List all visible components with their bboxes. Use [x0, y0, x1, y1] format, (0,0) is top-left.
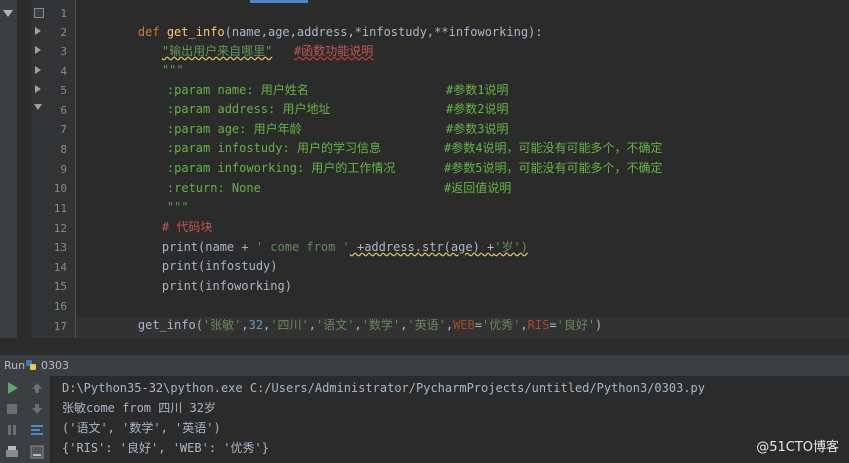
print-infoworking: print(infoworking): [161, 279, 292, 293]
run-toolbar: [0, 376, 50, 463]
arg-age: 32: [248, 318, 264, 332]
kwarg-eq: =: [474, 318, 482, 332]
scroll-to-end-icon[interactable]: [28, 443, 46, 461]
code-line-16[interactable]: get_info('张敏',32,'四川','语文','数学','英语',WEB…: [109, 297, 602, 332]
run-panel-header[interactable]: Run 0303: [0, 354, 849, 377]
fold-arrow-icon[interactable]: [35, 85, 41, 93]
code-line-12[interactable]: print(name + ' come from ' +address.str(…: [133, 219, 528, 254]
line-number: 3: [60, 45, 67, 58]
fold-down-icon[interactable]: [34, 104, 42, 110]
print-icon[interactable]: [3, 443, 21, 461]
fold-column: [31, 0, 45, 338]
code-line-7[interactable]: :param infostudy: 用户的学习信息 #参数4说明，可能没有可能多个…: [138, 120, 838, 155]
console-output[interactable]: D:\Python35-32\python.exe C:/Users/Admin…: [50, 376, 849, 463]
editor-bottom-strip: [0, 338, 849, 354]
call-get-info: get_info(: [137, 318, 203, 332]
line-number: 9: [60, 163, 67, 176]
code-line-3[interactable]: """: [133, 42, 184, 77]
line-number: 8: [60, 143, 67, 156]
line-number: 1: [60, 7, 67, 20]
tool-window-strip: [0, 0, 17, 338]
code-line-1[interactable]: def get_info(name,age,address,*infostudy…: [109, 4, 543, 39]
code-line-4[interactable]: :param name: 用户姓名 #参数1说明: [138, 62, 838, 97]
fold-arrow-icon[interactable]: [35, 27, 41, 35]
code-line-2[interactable]: "输出用户来自哪里" #函数功能说明: [133, 23, 373, 58]
run-label: Run: [4, 359, 26, 372]
code-line-10[interactable]: """: [138, 179, 189, 214]
doc-return-note: #返回值说明: [444, 181, 512, 195]
down-arrow-icon[interactable]: [28, 400, 46, 418]
code-line-13[interactable]: print(infostudy): [133, 238, 278, 273]
console-line-1: 张敏come from 四川 32岁: [62, 401, 216, 415]
kwarg-web-value: '优秀': [481, 318, 521, 332]
rerun-icon[interactable]: [3, 379, 21, 397]
line-number: 4: [60, 65, 67, 78]
watermark: @51CTO博客: [756, 440, 839, 455]
up-arrow-icon[interactable]: [28, 379, 46, 397]
line-number: 15: [53, 280, 67, 293]
line-number: 6: [60, 104, 67, 117]
line-number: 2: [60, 26, 67, 39]
arg-address: '四川': [270, 318, 309, 332]
console-line-2: ('语文', '数学', '英语'): [62, 421, 221, 435]
stop-icon[interactable]: [3, 400, 21, 418]
arg-study-1: '语文': [316, 318, 355, 332]
code-line-9[interactable]: :return: None #返回值说明: [138, 160, 838, 195]
pause-icon[interactable]: [3, 421, 21, 439]
line-number: 12: [53, 222, 67, 235]
fold-marker-icon[interactable]: [34, 8, 44, 18]
print-expr-concat: +address.str(age) +: [349, 240, 495, 254]
call-close: ): [595, 318, 603, 332]
code-line-6[interactable]: :param age: 用户年龄 #参数3说明: [138, 101, 838, 136]
tab-indicator: [250, 0, 308, 3]
code-line-8[interactable]: :param infoworking: 用户的工作情况 #参数5说明，可能没有可能…: [138, 140, 838, 175]
string-age-suffix: '岁'): [494, 240, 528, 254]
arg-name: '张敏': [202, 318, 242, 332]
soft-wrap-icon[interactable]: [28, 421, 46, 439]
line-number: 16: [53, 300, 67, 313]
code-line-14[interactable]: print(infoworking): [133, 258, 292, 293]
code-line-11[interactable]: # 代码块: [133, 199, 212, 234]
code-line-5[interactable]: :param address: 用户地址 #参数2说明: [138, 81, 838, 116]
line-number: 17: [53, 320, 67, 333]
console-line-3: {'RIS': '良好', 'WEB': '优秀'}: [62, 441, 269, 455]
arg-sep: ,: [520, 318, 528, 332]
arg-study-3: '英语': [407, 318, 446, 332]
console-command: D:\Python35-32\python.exe C:/Users/Admin…: [62, 381, 705, 395]
gutter-separator: [75, 0, 76, 338]
kwarg-web: WEB: [453, 318, 475, 332]
collapse-icon[interactable]: [3, 10, 13, 17]
run-config-name[interactable]: 0303: [41, 359, 69, 372]
comment-function-desc: #函数功能说明: [294, 44, 374, 58]
code-editor[interactable]: 1 2 3 4 5 6 7 8 9 10 11 12 13 14 15 16 17 def get_info(n…: [0, 0, 849, 338]
kwarg-ris: RIS: [527, 318, 550, 332]
line-number: 13: [53, 241, 67, 254]
line-number: 5: [60, 84, 67, 97]
arg-study-2: '数学': [361, 318, 401, 332]
line-number: 11: [53, 202, 67, 215]
arg-sep: ,: [308, 318, 316, 332]
line-number-gutter: 1 2 3 4 5 6 7 8 9 10 11 12 13 14 15 16 17: [45, 0, 75, 338]
arg-sep: ,: [241, 318, 249, 332]
kwarg-eq: =: [549, 318, 557, 332]
fold-arrow-icon[interactable]: [35, 46, 41, 54]
python-icon: [26, 360, 36, 370]
arg-sep: ,: [445, 318, 454, 332]
line-number: 14: [53, 261, 67, 274]
arg-sep: ,: [354, 318, 362, 332]
fold-arrow-icon[interactable]: [35, 66, 41, 74]
line-number: 10: [53, 182, 67, 195]
line-number: 7: [60, 123, 67, 136]
kwarg-ris-value: '良好': [556, 318, 596, 332]
